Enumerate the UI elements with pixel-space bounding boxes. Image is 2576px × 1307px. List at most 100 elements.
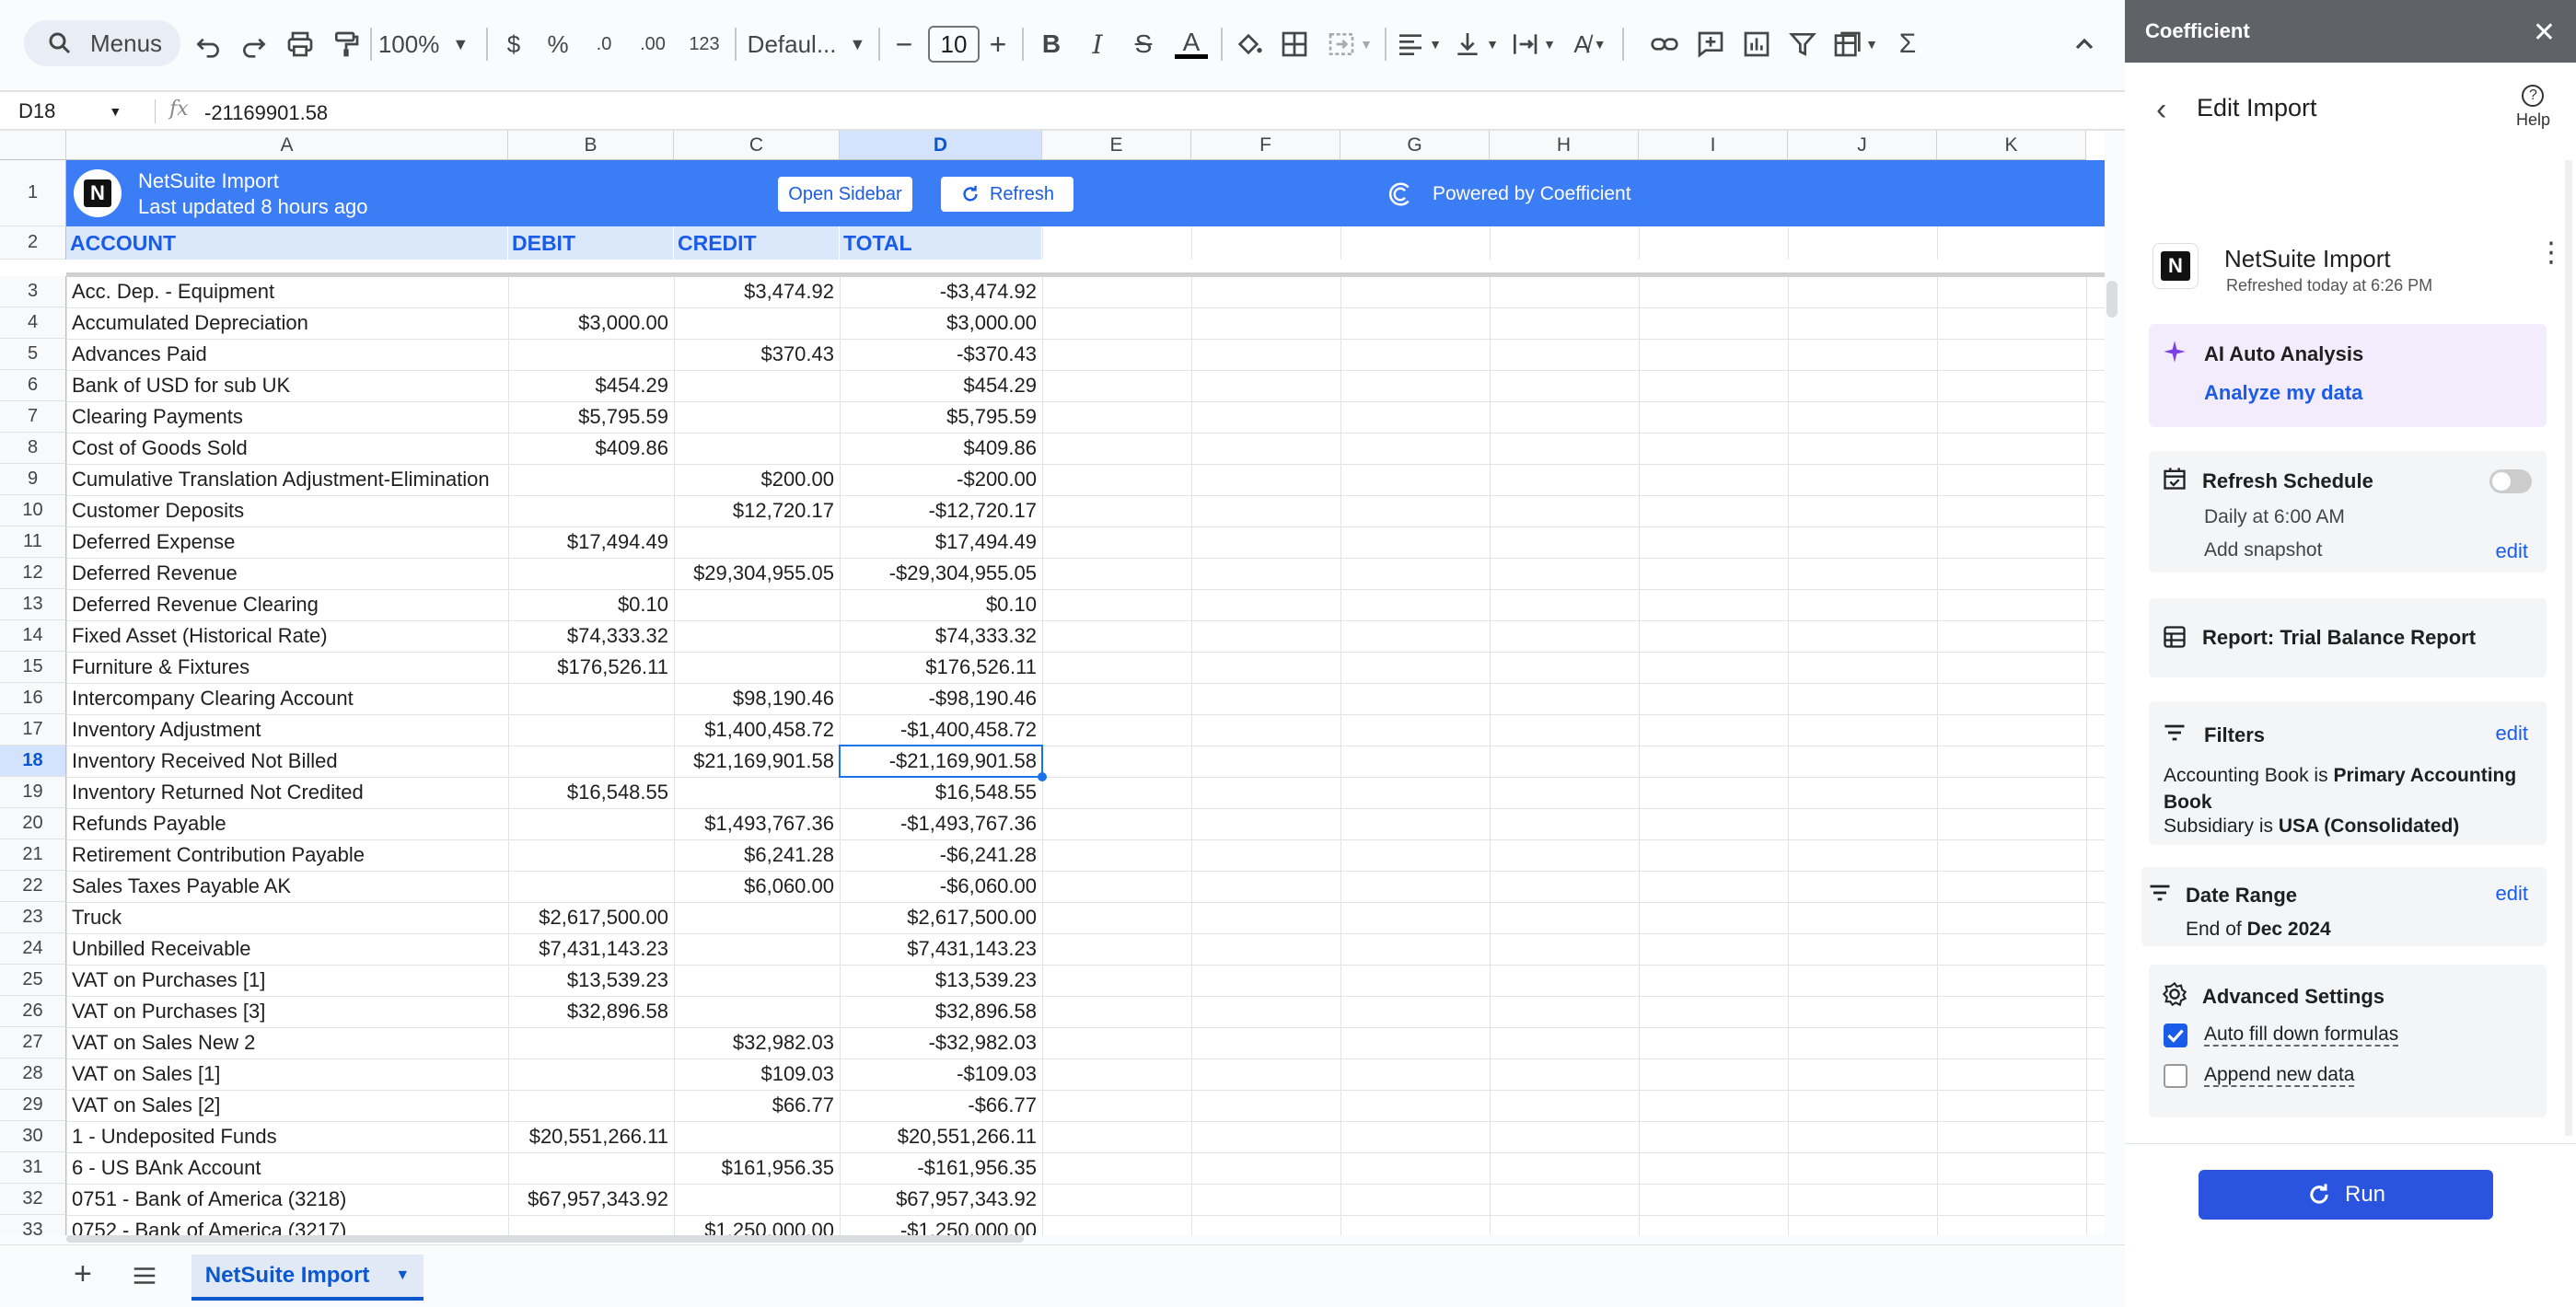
row-header[interactable]: 3 xyxy=(0,276,66,307)
row-header[interactable]: 11 xyxy=(0,526,66,558)
header-account[interactable]: ACCOUNT xyxy=(66,226,508,260)
row-header[interactable]: 21 xyxy=(0,839,66,871)
cell-credit[interactable] xyxy=(674,933,840,965)
cell-debit[interactable]: $16,548.55 xyxy=(508,777,674,808)
cell-credit[interactable]: $29,304,955.05 xyxy=(674,558,840,589)
undo-button[interactable] xyxy=(190,26,226,63)
cell-total[interactable]: $13,539.23 xyxy=(840,965,1042,996)
column-header[interactable]: I xyxy=(1639,131,1788,160)
cell-total[interactable]: $32,896.58 xyxy=(840,996,1042,1027)
cell-total[interactable]: -$32,982.03 xyxy=(840,1027,1042,1058)
row-header[interactable]: 32 xyxy=(0,1184,66,1215)
cell-debit[interactable] xyxy=(508,1215,674,1235)
cell-account[interactable]: Inventory Returned Not Credited xyxy=(66,777,508,808)
row-header[interactable]: 18 xyxy=(0,746,66,777)
cell-debit[interactable]: $409.86 xyxy=(508,433,674,464)
cell-account[interactable]: VAT on Purchases [1] xyxy=(66,965,508,996)
header-debit[interactable]: DEBIT xyxy=(508,226,674,260)
append-data-label[interactable]: Append new data xyxy=(2204,1064,2354,1086)
cell-credit[interactable] xyxy=(674,965,840,996)
horizontal-scrollbar[interactable] xyxy=(66,1235,1024,1243)
cell-total[interactable]: -$200.00 xyxy=(840,464,1042,495)
column-header[interactable]: G xyxy=(1340,131,1490,160)
cell-account[interactable]: Bank of USD for sub UK xyxy=(66,370,508,401)
cell-total[interactable]: -$1,250,000.00 xyxy=(840,1215,1042,1235)
cell-debit[interactable] xyxy=(508,746,674,777)
cell-credit[interactable] xyxy=(674,589,840,620)
cell-credit[interactable]: $32,982.03 xyxy=(674,1027,840,1058)
cell-credit[interactable]: $98,190.46 xyxy=(674,683,840,714)
cell-total[interactable]: $454.29 xyxy=(840,370,1042,401)
font-size-input[interactable]: 10 xyxy=(928,26,980,63)
borders-button[interactable] xyxy=(1276,26,1313,63)
row-header[interactable]: 8 xyxy=(0,433,66,464)
column-header[interactable]: K xyxy=(1937,131,2086,160)
cell-account[interactable]: Inventory Received Not Billed xyxy=(66,746,508,777)
cell-debit[interactable] xyxy=(508,714,674,746)
cell-total[interactable]: -$66.77 xyxy=(840,1090,1042,1121)
cell-account[interactable]: Retirement Contribution Payable xyxy=(66,839,508,871)
cell-credit[interactable]: $1,250,000.00 xyxy=(674,1215,840,1235)
cell-debit[interactable]: $67,957,343.92 xyxy=(508,1184,674,1215)
cell-account[interactable]: Acc. Dep. - Equipment xyxy=(66,276,508,307)
functions-button[interactable]: Σ xyxy=(1889,26,1926,63)
horizontal-align-button[interactable]: ▼ xyxy=(1394,26,1444,63)
row-header[interactable]: 17 xyxy=(0,714,66,746)
cell-account[interactable]: Deferred Revenue Clearing xyxy=(66,589,508,620)
row-header[interactable]: 30 xyxy=(0,1121,66,1152)
cell-account[interactable]: 0751 - Bank of America (3218) xyxy=(66,1184,508,1215)
cell-account[interactable]: Clearing Payments xyxy=(66,401,508,433)
cell-debit[interactable]: $0.10 xyxy=(508,589,674,620)
cell-account[interactable]: Sales Taxes Payable AK xyxy=(66,871,508,902)
schedule-edit-link[interactable]: edit xyxy=(2496,539,2528,563)
column-header[interactable]: H xyxy=(1490,131,1639,160)
cell-total[interactable]: $20,551,266.11 xyxy=(840,1121,1042,1152)
cell-debit[interactable]: $32,896.58 xyxy=(508,996,674,1027)
auto-fill-label[interactable]: Auto fill down formulas xyxy=(2204,1024,2398,1046)
header-credit[interactable]: CREDIT xyxy=(674,226,840,260)
cell-credit[interactable]: $1,400,458.72 xyxy=(674,714,840,746)
column-header[interactable]: J xyxy=(1788,131,1937,160)
cell-credit[interactable]: $3,474.92 xyxy=(674,276,840,307)
decrease-font-size-button[interactable]: − xyxy=(888,26,921,63)
cell-total[interactable]: $67,957,343.92 xyxy=(840,1184,1042,1215)
cell-total[interactable]: -$109.03 xyxy=(840,1058,1042,1090)
cell-credit[interactable]: $66.77 xyxy=(674,1090,840,1121)
filters-edit-link[interactable]: edit xyxy=(2496,722,2528,746)
row-header[interactable]: 13 xyxy=(0,589,66,620)
column-header[interactable]: D xyxy=(840,131,1042,160)
row-header[interactable]: 28 xyxy=(0,1058,66,1090)
row-header[interactable]: 27 xyxy=(0,1027,66,1058)
cell-debit[interactable]: $5,795.59 xyxy=(508,401,674,433)
cell-total[interactable]: $17,494.49 xyxy=(840,526,1042,558)
row-header[interactable]: 14 xyxy=(0,620,66,652)
cell-debit[interactable] xyxy=(508,683,674,714)
all-sheets-button[interactable] xyxy=(131,1262,158,1294)
cell-credit[interactable] xyxy=(674,996,840,1027)
more-options-icon[interactable]: ⋮ xyxy=(2537,239,2565,267)
cell-account[interactable]: 0752 - Bank of America (3217) xyxy=(66,1215,508,1235)
cell-credit[interactable]: $6,060.00 xyxy=(674,871,840,902)
create-filter-button[interactable] xyxy=(1784,26,1821,63)
cell-account[interactable]: Customer Deposits xyxy=(66,495,508,526)
row-header[interactable]: 25 xyxy=(0,965,66,996)
row-header[interactable]: 33 xyxy=(0,1215,66,1235)
strikethrough-button[interactable]: S xyxy=(1125,26,1162,63)
insert-chart-button[interactable] xyxy=(1738,26,1775,63)
spreadsheet-grid[interactable]: ABCDEFGHIJK 1 2 3 4 5 6 7 8 9 10 11 12 13 14 15 16 17 18 1… xyxy=(0,131,2105,1235)
collapse-toolbar-button[interactable] xyxy=(2066,26,2103,63)
name-box[interactable]: D18 ▼ xyxy=(18,98,138,125)
cell-credit[interactable] xyxy=(674,1184,840,1215)
column-header[interactable]: B xyxy=(508,131,674,160)
cell-debit[interactable] xyxy=(508,1152,674,1184)
cell-debit[interactable] xyxy=(508,558,674,589)
column-header[interactable]: E xyxy=(1042,131,1191,160)
column-header[interactable]: A xyxy=(66,131,508,160)
cell-credit[interactable] xyxy=(674,370,840,401)
currency-format-button[interactable]: $ xyxy=(497,26,530,63)
bold-button[interactable]: B xyxy=(1033,26,1070,63)
cell-total[interactable]: $16,548.55 xyxy=(840,777,1042,808)
fill-handle[interactable] xyxy=(1038,772,1047,781)
back-arrow-icon[interactable]: ‹ xyxy=(2156,92,2166,128)
cell-debit[interactable] xyxy=(508,464,674,495)
